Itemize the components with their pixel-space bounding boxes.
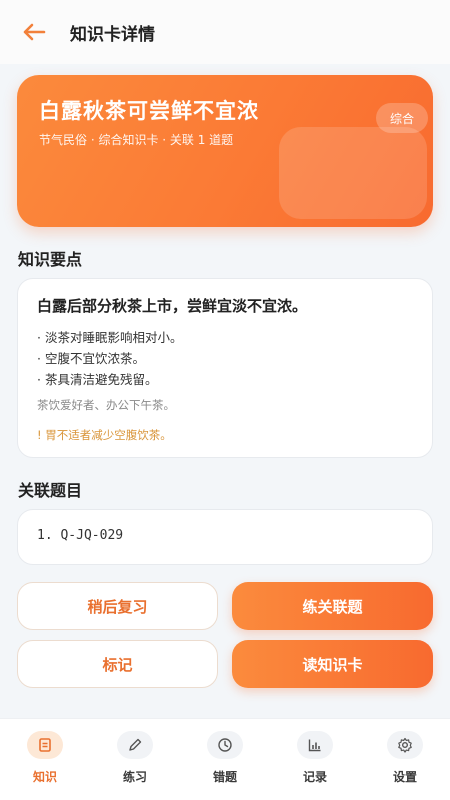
bar-chart-icon [297, 731, 333, 759]
tab-label: 知识 [32, 770, 57, 784]
related-section-title: 关联题目 [18, 481, 83, 500]
tab-settings[interactable]: 设置 [375, 731, 435, 795]
tab-practice[interactable]: 练习 [105, 731, 165, 795]
tab-records[interactable]: 记录 [285, 731, 345, 795]
bottom-tab-bar: 知识 练习 错题 记录 设置 [0, 718, 450, 800]
hero-title: 白露秋茶可尝鲜不宜浓 [39, 99, 259, 123]
hero-decoration [279, 127, 427, 219]
knowledge-warning: ! 胃不适者减少空腹饮茶。 [37, 428, 172, 442]
tab-label: 记录 [302, 770, 327, 784]
pencil-icon [117, 731, 153, 759]
related-questions-card: 1. Q-JQ-029 [17, 509, 433, 565]
arrow-left-icon [23, 23, 46, 41]
knowledge-card: 白露后部分秋茶上市，尝鲜宜淡不宜浓。 · 淡茶对睡眠影响相对小。 · 空腹不宜饮… [17, 278, 433, 458]
tab-label: 设置 [392, 770, 417, 784]
hero-card: 白露秋茶可尝鲜不宜浓 节气民俗 · 综合知识卡 · 关联 1 道题 综合 [17, 75, 433, 227]
related-question-item[interactable]: 1. Q-JQ-029 [37, 528, 123, 543]
back-button[interactable] [20, 20, 48, 44]
document-icon [27, 731, 63, 759]
knowledge-audience: 茶饮爱好者、办公下午茶。 [37, 398, 175, 412]
gear-icon [387, 731, 423, 759]
page-title: 知识卡详情 [70, 25, 155, 45]
mark-button[interactable]: 标记 [17, 640, 218, 688]
category-badge: 综合 [376, 103, 428, 133]
knowledge-bullet: · 空腹不宜饮浓茶。 [37, 351, 145, 366]
knowledge-bullet: · 淡茶对睡眠影响相对小。 [37, 330, 183, 345]
hero-subtitle: 节气民俗 · 综合知识卡 · 关联 1 道题 [39, 133, 234, 147]
tab-label: 练习 [122, 770, 147, 784]
review-later-button[interactable]: 稍后复习 [17, 582, 218, 630]
knowledge-bullet: · 茶具清洁避免残留。 [37, 372, 158, 387]
tab-label: 错题 [212, 770, 237, 784]
clock-icon [207, 731, 243, 759]
tab-mistakes[interactable]: 错题 [195, 731, 255, 795]
top-bar: 知识卡详情 [0, 0, 450, 64]
practice-related-button[interactable]: 练关联题 [232, 582, 433, 630]
tab-knowledge[interactable]: 知识 [15, 731, 75, 795]
knowledge-main-point: 白露后部分秋茶上市，尝鲜宜淡不宜浓。 [37, 297, 308, 315]
read-card-button[interactable]: 读知识卡 [232, 640, 433, 688]
knowledge-section-title: 知识要点 [18, 250, 83, 269]
